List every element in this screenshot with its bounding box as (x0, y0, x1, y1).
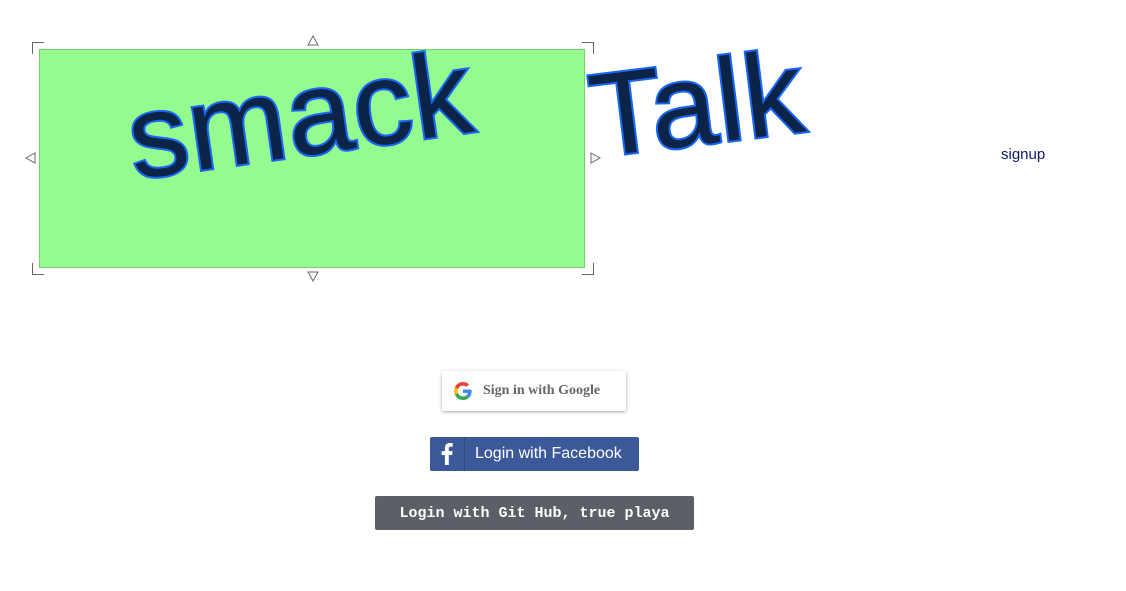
github-login-button[interactable]: Login with Git Hub, true playa (375, 496, 694, 530)
google-signin-label: Sign in with Google (483, 383, 601, 398)
signup-link[interactable]: signup (1001, 146, 1045, 163)
resize-handle-bottom-icon[interactable] (307, 270, 319, 282)
resize-handle-left-icon[interactable] (25, 152, 37, 164)
selection-corner-bottom-left[interactable] (32, 263, 44, 275)
page: smack Talk signup Sign in with Google Lo… (0, 0, 1126, 591)
logo-word-talk: Talk (581, 24, 813, 185)
facebook-login-label: Login with Facebook (475, 445, 622, 462)
google-signin-button[interactable]: Sign in with Google (442, 371, 626, 411)
facebook-f-icon (430, 437, 465, 471)
google-g-icon (454, 382, 472, 400)
resize-handle-top-icon[interactable] (307, 35, 319, 47)
github-login-label: Login with Git Hub, true playa (399, 504, 670, 522)
facebook-login-button[interactable]: Login with Facebook (430, 437, 639, 471)
selection-corner-top-left[interactable] (32, 42, 44, 54)
selection-corner-bottom-right[interactable] (582, 263, 594, 275)
